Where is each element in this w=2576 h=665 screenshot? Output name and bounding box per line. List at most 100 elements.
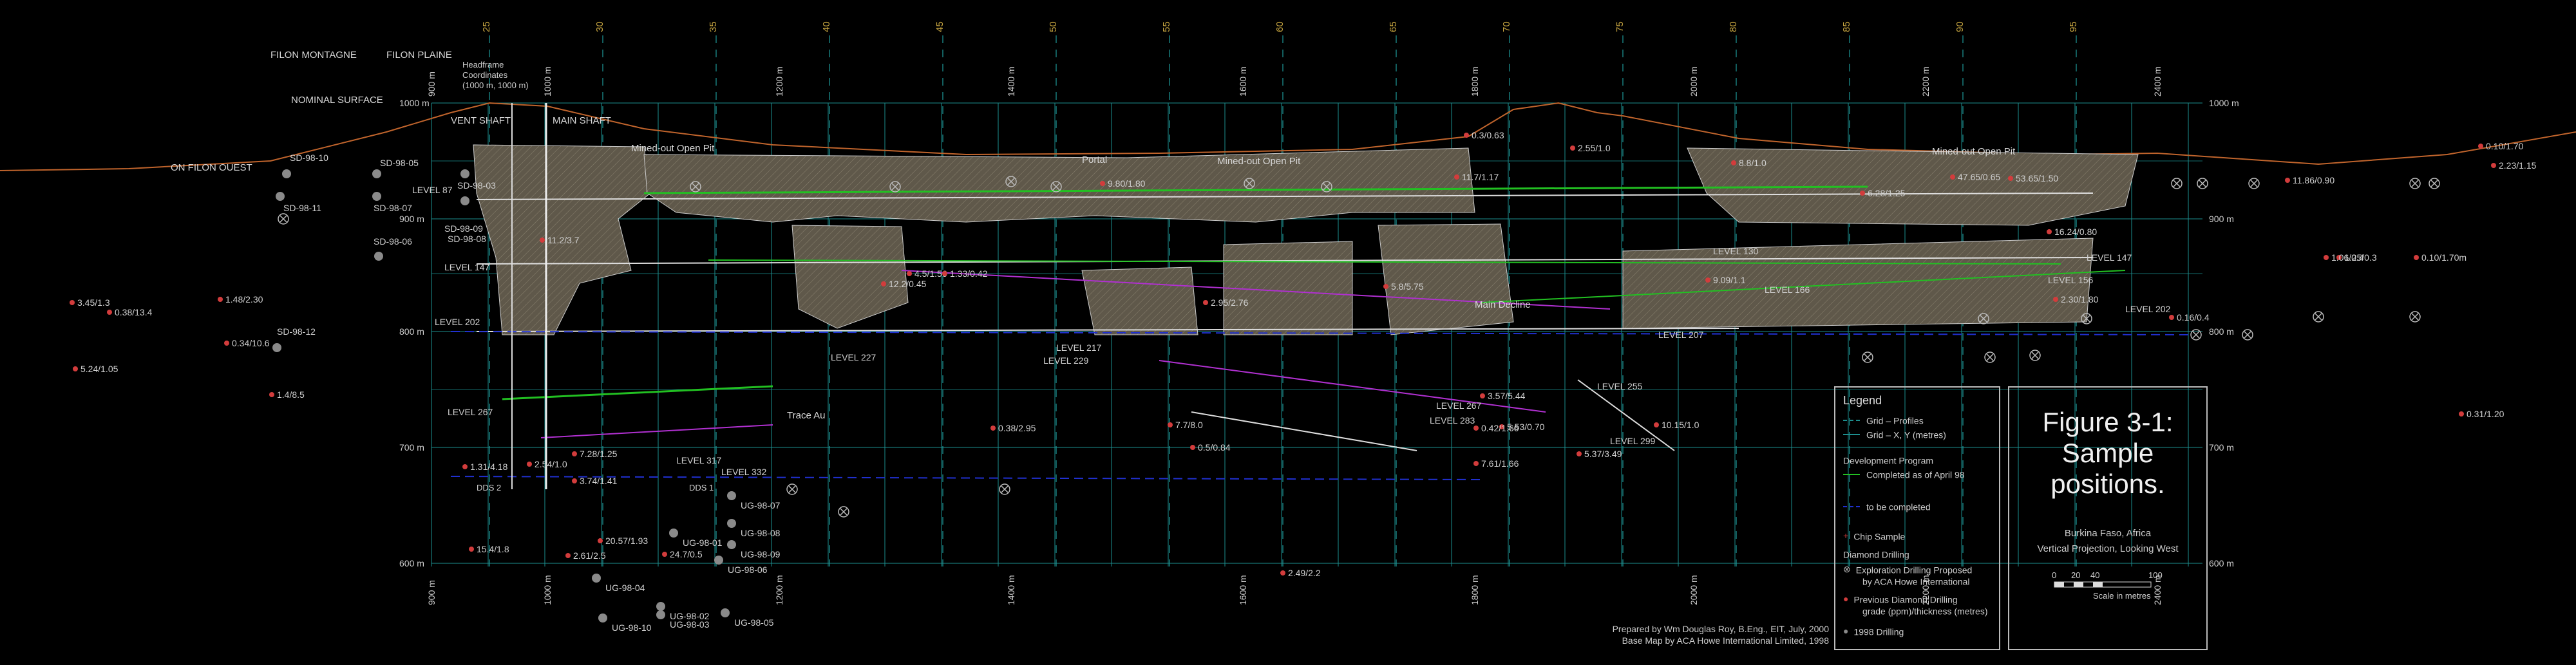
sd-drill-label: SD-98-10 — [290, 153, 328, 163]
previous-drill-marker — [469, 547, 474, 552]
drill-1998-marker — [276, 192, 285, 201]
legend-exploration: ⊗ Exploration Drilling Proposed — [1843, 564, 1972, 575]
grade-label: 16.24/0.80 — [2054, 227, 2097, 237]
previous-drill-marker — [572, 478, 577, 483]
previous-drill-marker — [2047, 229, 2052, 234]
headframe-line-2: Coordinates — [462, 70, 508, 80]
sd-drill-label: SD-98-09 — [444, 223, 483, 234]
ug-drill-label: UG-98-03 — [670, 619, 710, 630]
grade-label: 2.23/1.15 — [2499, 160, 2537, 171]
x-axis-top-metres: 1200 m — [774, 66, 784, 97]
drill-1998-marker — [656, 602, 665, 611]
grade-label: 9.80/1.80 — [1108, 178, 1146, 189]
figure-title: Figure 3-1: Sample positions. — [2009, 407, 2206, 500]
ug-drill-label: UG-98-05 — [734, 617, 774, 628]
ug-drill-label: UG-98-09 — [741, 549, 781, 559]
y-axis-left-level: 600 m — [399, 558, 424, 568]
grade-label: 5.37/3.49 — [1584, 449, 1622, 459]
level-label: LEVEL 156 — [2048, 275, 2094, 285]
grade-label: 2.54/1.0 — [535, 459, 567, 469]
profile-number: 70 — [1501, 21, 1512, 32]
scale-bar-segment — [2093, 582, 2103, 587]
previous-drill-marker — [1570, 145, 1575, 151]
profile-number: 40 — [821, 21, 832, 32]
x-axis-top-metres: 1600 m — [1238, 66, 1248, 97]
grade-label: 0.42/1.66 — [1481, 423, 1519, 433]
legend-exploration2-text: by ACA Howe International — [1862, 576, 1970, 587]
swatch-completed — [1843, 474, 1860, 476]
previous-drill-marker — [1100, 181, 1105, 186]
drill-1998-marker — [460, 169, 469, 178]
previous-drill-marker — [2491, 163, 2496, 168]
profile-number: 55 — [1161, 21, 1172, 32]
legend-completed: Completed as of April 98 — [1843, 469, 1965, 480]
level-label: LEVEL 202 — [435, 317, 480, 327]
stope-mid — [1081, 267, 1198, 335]
grade-label: 5.24/1.05 — [80, 364, 118, 374]
previous-drill-marker — [107, 310, 112, 315]
level-label: LEVEL 299 — [1610, 436, 1656, 446]
previous-drill-marker — [1480, 393, 1485, 398]
level-label: LEVEL 283 — [1430, 415, 1475, 426]
legend-previous2-text: grade (ppm)/thickness (metres) — [1862, 606, 1988, 617]
x-axis-bottom-metres: 900 m — [426, 580, 437, 605]
drill-1998-marker — [656, 610, 665, 619]
grade-label: 24.7/0.5 — [670, 549, 703, 559]
profile-number: 50 — [1048, 21, 1059, 32]
x-axis-top-metres: 2000 m — [1689, 66, 1699, 97]
grade-label: 0.5/0.84 — [1198, 442, 1231, 453]
previous-drill-marker — [2169, 315, 2174, 320]
previous-drill-marker — [2459, 411, 2464, 417]
previous-drill-marker — [2324, 255, 2329, 260]
previous-drill-marker — [990, 426, 996, 431]
ug-drill-label: UG-98-10 — [612, 623, 652, 633]
legend-1998-drilling: ● 1998 Drilling — [1843, 626, 1904, 637]
profile-number: 85 — [1841, 21, 1852, 32]
dds-2-label: DDS 2 — [477, 483, 501, 492]
x-axis-top-metres: 1400 m — [1006, 66, 1016, 97]
grade-label: 1.31/4.18 — [470, 462, 508, 472]
headframe-line-3: (1000 m, 1000 m) — [462, 80, 529, 90]
sd-drill-label: SD-98-11 — [283, 203, 321, 213]
y-axis-right-level: 1000 m — [2209, 98, 2239, 108]
swatch-grid-xy — [1843, 434, 1860, 436]
legend-previous-2: grade (ppm)/thickness (metres) — [1862, 605, 1988, 616]
drilling-1998-icon: ● — [1843, 626, 1849, 636]
previous-drill-marker — [907, 271, 912, 276]
drill-1998-marker — [374, 252, 383, 261]
figure-title-box: Figure 3-1: Sample positions. Burkina Fa… — [2008, 386, 2208, 650]
previous-drill-marker — [2478, 144, 2483, 149]
y-axis-left-level: 700 m — [399, 442, 424, 453]
previous-drill-marker — [1577, 451, 1582, 456]
legend-previous-text: Previous Diamond Drilling — [1853, 594, 1958, 605]
grade-label: 1.4/8.5 — [277, 389, 305, 400]
legend-chip-sample-text: Chip Sample — [1853, 531, 1906, 542]
portal-label: Portal — [1082, 155, 1107, 165]
drill-1998-marker — [727, 519, 736, 528]
level-label: LEVEL 317 — [676, 455, 722, 465]
grade-label: 11.86/0.90 — [2293, 175, 2334, 185]
y-axis-right-level: 700 m — [2209, 442, 2234, 453]
previous-drill-marker — [218, 297, 223, 302]
exploration-icon: ⊗ — [1843, 564, 1851, 574]
legend-diamond-drilling-text: Diamond Drilling — [1843, 549, 1909, 560]
previous-drill-marker — [1168, 422, 1173, 427]
previous-drill-marker — [1454, 174, 1459, 180]
filon-plaine-label: FILON PLAINE — [386, 50, 452, 61]
legend-grid-xy: Grid – X, Y (metres) — [1843, 429, 1946, 440]
previous-drill-marker — [1190, 445, 1195, 450]
grade-label: 3.57/5.44 — [1488, 391, 1526, 401]
previous-drill-marker — [540, 238, 545, 243]
drill-1998-marker — [721, 608, 730, 617]
x-axis-bottom-metres: 1600 m — [1238, 575, 1248, 605]
level-label: LEVEL 147 — [2087, 252, 2132, 263]
grade-label: 0.31/1.20 — [2467, 409, 2505, 419]
grade-label: 7.61/1.66 — [1481, 458, 1519, 469]
previous-drill-marker — [942, 271, 947, 276]
previous-drill-marker — [1473, 461, 1479, 466]
headframe-line-1: Headframe — [462, 60, 504, 70]
previous-drill-marker — [1203, 300, 1208, 305]
legend-title: Legend — [1843, 394, 1882, 407]
profile-number: 80 — [1728, 21, 1739, 32]
legend-grid-profiles-text: Grid – Profiles — [1866, 415, 1924, 426]
